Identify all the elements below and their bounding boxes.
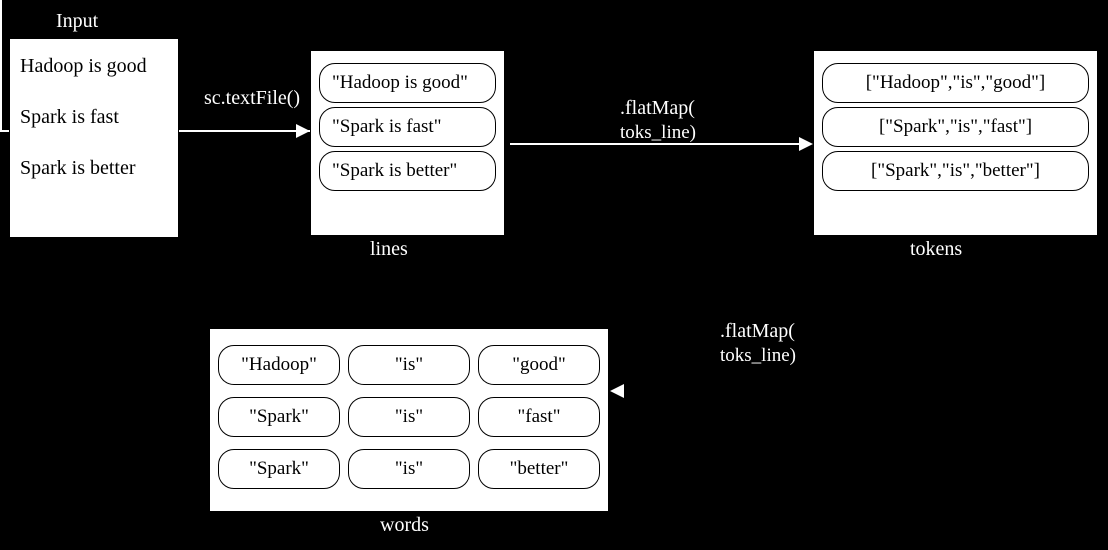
rdd-partition: "Hadoop" [218,345,340,385]
lines-rdd-box: "Hadoop is good" "Spark is fast" "Spark … [310,50,505,236]
flatmap-op-label: .flatMap( [720,320,795,343]
tokens-rdd-box: ["Hadoop","is","good"] ["Spark","is","fa… [813,50,1098,236]
rdd-partition: ["Spark","is","better"] [822,151,1089,191]
arrowhead-icon [610,384,624,398]
rdd-partition: "fast" [478,397,600,437]
flatmap-op-label: .flatMap( [620,97,695,120]
rdd-partition: "is" [348,345,470,385]
rdd-partition: "Hadoop is good" [319,63,496,103]
rdd-partition: "Spark" [218,449,340,489]
rdd-partition: "Spark" [218,397,340,437]
arrowhead-icon [799,137,813,151]
rdd-row: "Spark" "is" "better" [218,445,600,493]
input-box: Hadoop is good Spark is fast Spark is be… [9,38,179,238]
textfile-label: sc.textFile() [204,87,300,110]
input-line: Hadoop is good [20,55,168,78]
flatmap-fn-label: toks_line) [720,345,796,367]
rdd-partition: "better" [478,449,600,489]
rdd-partition: ["Hadoop","is","good"] [822,63,1089,103]
words-rdd-box: "Hadoop" "is" "good" "Spark" "is" "fast"… [209,328,609,512]
rdd-row: "Hadoop" "is" "good" [218,341,600,389]
input-line: Spark is better [20,157,168,180]
input-line: Spark is fast [20,106,168,129]
lines-rdd-label: lines [370,238,408,261]
rdd-partition: "is" [348,449,470,489]
diagram-stage: Input Hadoop is good Spark is fast Spark… [0,0,1108,550]
arrow-input-to-lines [181,130,297,132]
tokens-rdd-label: tokens [910,238,962,261]
words-rdd-label: words [380,514,429,537]
flatmap-fn-label: toks_line) [620,122,696,144]
input-label: Input [56,10,98,33]
rdd-row: "Spark" "is" "fast" [218,393,600,441]
rdd-partition: "Spark is better" [319,151,496,191]
rdd-partition: "Spark is fast" [319,107,496,147]
arrow-tokens-to-words-v [0,0,2,130]
arrowhead-icon [296,124,310,138]
rdd-partition: "is" [348,397,470,437]
rdd-partition: "good" [478,345,600,385]
rdd-partition: ["Spark","is","fast"] [822,107,1089,147]
